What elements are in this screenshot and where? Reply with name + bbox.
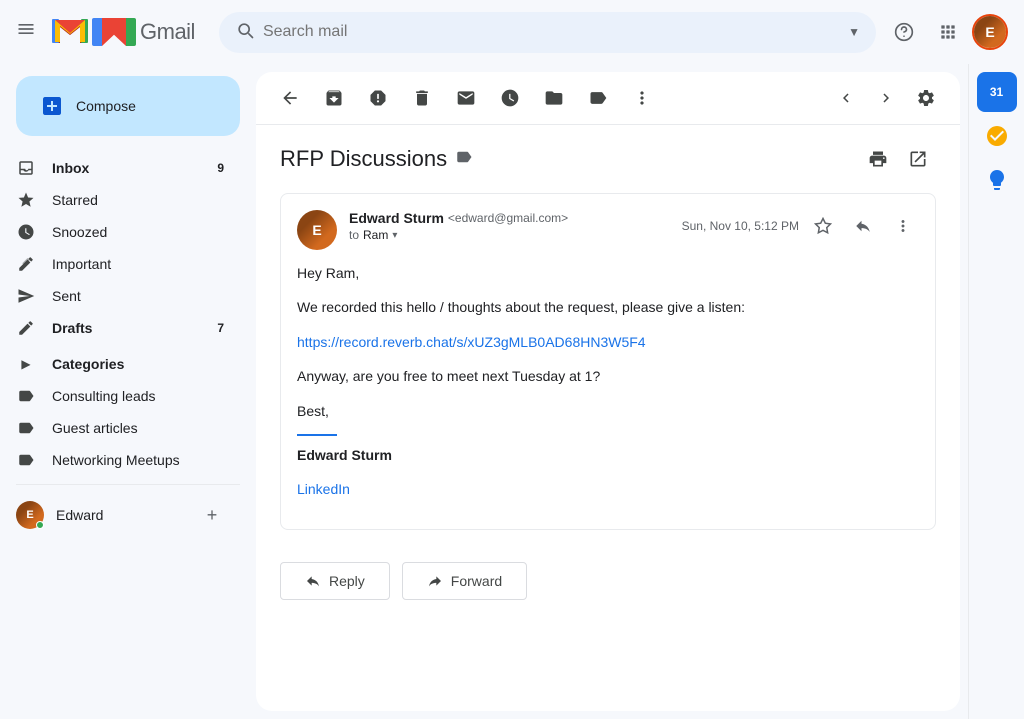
archive-button[interactable] <box>316 80 352 116</box>
inbox-badge: 9 <box>217 161 224 175</box>
thread-label-icon <box>455 148 473 171</box>
recording-link[interactable]: https://record.reverb.chat/s/xUZ3gMLB0AD… <box>297 334 646 350</box>
move-button[interactable] <box>536 80 572 116</box>
sidebar-item-snoozed[interactable]: Snoozed <box>0 216 240 248</box>
sidebar-item-important[interactable]: Important <box>0 248 240 280</box>
compose-button[interactable]: Compose <box>16 76 240 136</box>
to-dropdown-icon[interactable]: ▾ <box>392 230 397 241</box>
to-recipient[interactable]: Ram <box>363 228 388 242</box>
drafts-icon <box>16 318 36 338</box>
tasks-rail-button[interactable] <box>977 116 1017 156</box>
thread-title: RFP Discussions <box>280 146 447 172</box>
help-button[interactable] <box>884 12 924 52</box>
sent-label: Sent <box>52 288 224 304</box>
sidebar-item-categories[interactable]: ▶ Categories <box>0 348 240 380</box>
email-message: E Edward Sturm <edward@gmail.com> to Ram… <box>280 193 936 530</box>
guest-articles-label: Guest articles <box>52 420 224 436</box>
settings-button[interactable] <box>908 80 944 116</box>
apps-button[interactable] <box>928 12 968 52</box>
mark-read-button[interactable] <box>448 80 484 116</box>
gmail-logo-m <box>52 14 88 50</box>
sidebar-item-sent[interactable]: Sent <box>0 280 240 312</box>
drafts-badge: 7 <box>217 321 224 335</box>
search-icon <box>235 20 255 45</box>
label-icon-networking <box>16 450 36 470</box>
email-more-button[interactable] <box>887 210 919 242</box>
add-account-button[interactable]: + <box>200 503 224 527</box>
search-dropdown-icon[interactable]: ▼ <box>848 25 860 39</box>
label-icon-consulting <box>16 386 36 406</box>
important-label: Important <box>52 256 224 272</box>
sig-name: Edward Sturm <box>297 444 919 466</box>
snooze-button[interactable] <box>492 80 528 116</box>
search-input[interactable] <box>263 23 840 41</box>
report-spam-button[interactable] <box>360 80 396 116</box>
consulting-leads-label: Consulting leads <box>52 388 224 404</box>
sidebar-user[interactable]: E Edward + <box>0 493 240 537</box>
email-body: Hey Ram, We recorded this hello / though… <box>297 262 919 501</box>
networking-meetups-label: Networking Meetups <box>52 452 224 468</box>
email-time: Sun, Nov 10, 5:12 PM <box>682 219 799 233</box>
next-email-button[interactable] <box>868 80 904 116</box>
gmail-text: Gmail <box>140 19 195 45</box>
label-icon-guest <box>16 418 36 438</box>
sidebar-item-consulting-leads[interactable]: Consulting leads <box>0 380 240 412</box>
forward-label: Forward <box>451 573 502 589</box>
sidebar-item-guest-articles[interactable]: Guest articles <box>0 412 240 444</box>
calendar-rail-button[interactable]: 31 <box>977 72 1017 112</box>
starred-label: Starred <box>52 192 224 208</box>
sender-avatar: E <box>297 210 337 250</box>
print-button[interactable] <box>860 141 896 177</box>
sidebar-item-starred[interactable]: Starred <box>0 184 240 216</box>
sent-icon <box>16 286 36 306</box>
reply-button[interactable]: Reply <box>280 562 390 600</box>
inbox-label: Inbox <box>52 160 217 176</box>
expand-icon: ▶ <box>16 354 36 374</box>
new-window-button[interactable] <box>900 141 936 177</box>
quick-reply-button[interactable] <box>847 210 879 242</box>
important-icon <box>16 254 36 274</box>
sidebar-item-drafts[interactable]: Drafts 7 <box>0 312 240 344</box>
linkedin-link[interactable]: LinkedIn <box>297 481 350 497</box>
user-avatar: E <box>16 501 44 529</box>
more-options-button[interactable] <box>624 80 660 116</box>
prev-email-button[interactable] <box>828 80 864 116</box>
categories-label: Categories <box>52 356 224 372</box>
forward-button[interactable]: Forward <box>402 562 527 600</box>
reply-actions: Reply Forward <box>280 546 936 616</box>
star-button[interactable] <box>807 210 839 242</box>
keep-rail-button[interactable] <box>977 160 1017 200</box>
snoozed-label: Snoozed <box>52 224 224 240</box>
to-label: to <box>349 228 359 242</box>
sender-name: Edward Sturm <box>349 210 444 226</box>
sidebar-item-inbox[interactable]: Inbox 9 <box>0 152 240 184</box>
drafts-label: Drafts <box>52 320 217 336</box>
sidebar-item-networking-meetups[interactable]: Networking Meetups <box>0 444 240 476</box>
hamburger-icon[interactable] <box>16 19 36 45</box>
reply-label: Reply <box>329 573 365 589</box>
inbox-icon <box>16 158 36 178</box>
back-button[interactable] <box>272 80 308 116</box>
label-button[interactable] <box>580 80 616 116</box>
star-icon <box>16 190 36 210</box>
sender-email: <edward@gmail.com> <box>448 211 568 225</box>
user-name: Edward <box>56 507 200 523</box>
delete-button[interactable] <box>404 80 440 116</box>
avatar-button[interactable]: E <box>972 14 1008 50</box>
compose-label: Compose <box>76 98 136 114</box>
snoozed-icon <box>16 222 36 242</box>
